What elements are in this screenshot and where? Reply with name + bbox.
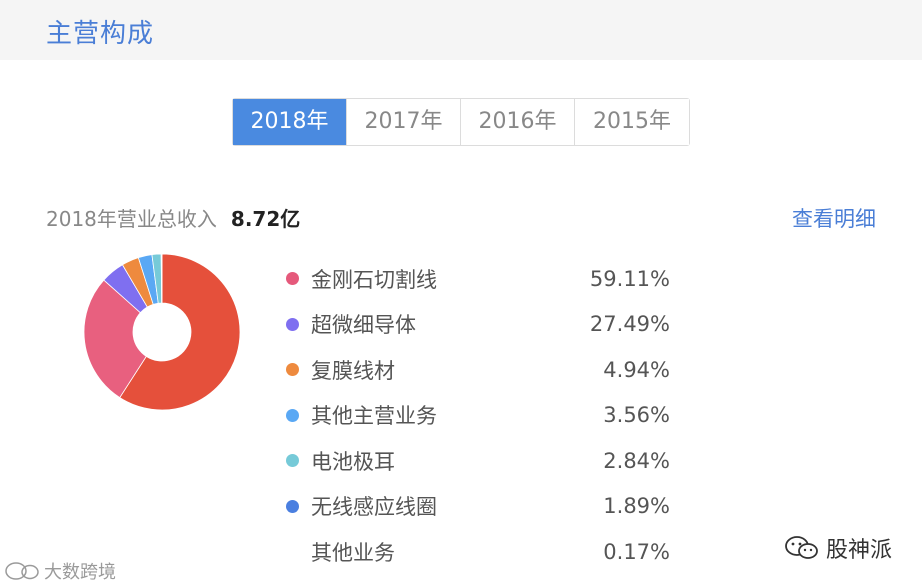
legend-dot	[286, 317, 299, 331]
legend-item: 电池极耳 2.84%	[286, 438, 672, 484]
legend-item: 金刚石切割线 59.11%	[286, 256, 672, 302]
legend-value: 4.94%	[603, 357, 670, 382]
legend-dot	[286, 499, 299, 513]
legend-value: 0.17%	[603, 539, 670, 564]
legend-label: 其他业务	[311, 540, 395, 565]
revenue-label: 2018年营业总收入	[46, 207, 217, 231]
legend-label: 无线感应线圈	[311, 495, 437, 520]
legend-item: 其他主营业务 3.56%	[286, 393, 672, 439]
tab-2018[interactable]: 2018年	[233, 99, 347, 145]
tab-2015[interactable]: 2015年	[575, 99, 689, 145]
legend-item: 超微细导体 27.49%	[286, 302, 672, 348]
donut-slice	[160, 253, 163, 304]
watermark-right: 股神派	[784, 532, 892, 564]
legend-label: 其他主营业务	[311, 404, 437, 429]
chat-bubble-icon	[5, 562, 39, 580]
watermark-left-text: 大数跨境	[44, 562, 116, 583]
legend-dot	[286, 363, 299, 377]
legend-dot	[286, 408, 299, 422]
legend-dot	[286, 454, 299, 468]
legend-dot	[286, 272, 299, 286]
tab-2016[interactable]: 2016年	[461, 99, 575, 145]
legend-item: 其他业务 0.17%	[286, 529, 672, 575]
chart-legend: 金刚石切割线 59.11% 超微细导体 27.49% 复膜线材 4.94% 其他…	[286, 256, 672, 575]
watermark-right-text: 股神派	[825, 538, 892, 563]
section-title: 主营构成	[46, 19, 155, 49]
wechat-icon	[785, 536, 818, 559]
legend-item: 无线感应线圈 1.89%	[286, 484, 672, 530]
revenue-value: 8.72亿	[230, 207, 301, 231]
legend-label: 超微细导体	[311, 313, 416, 338]
legend-label: 复膜线材	[311, 358, 395, 383]
year-tabs: 2018年 2017年 2016年 2015年	[232, 98, 690, 146]
watermark-left: 大数跨境	[4, 558, 116, 584]
revenue-donut-chart	[83, 253, 241, 411]
legend-label: 金刚石切割线	[311, 267, 437, 292]
legend-value: 59.11%	[589, 266, 670, 291]
tab-2017[interactable]: 2017年	[347, 99, 461, 145]
view-details-link[interactable]: 查看明细	[792, 203, 876, 233]
legend-value: 2.84%	[603, 448, 670, 473]
legend-value: 27.49%	[589, 312, 670, 337]
section-header: 主营构成	[0, 0, 922, 60]
legend-value: 3.56%	[603, 403, 670, 428]
legend-item: 复膜线材 4.94%	[286, 347, 672, 393]
legend-value: 1.89%	[603, 494, 670, 519]
legend-label: 电池极耳	[311, 449, 395, 474]
revenue-summary: 2018年营业总收入 8.72亿	[46, 203, 300, 232]
